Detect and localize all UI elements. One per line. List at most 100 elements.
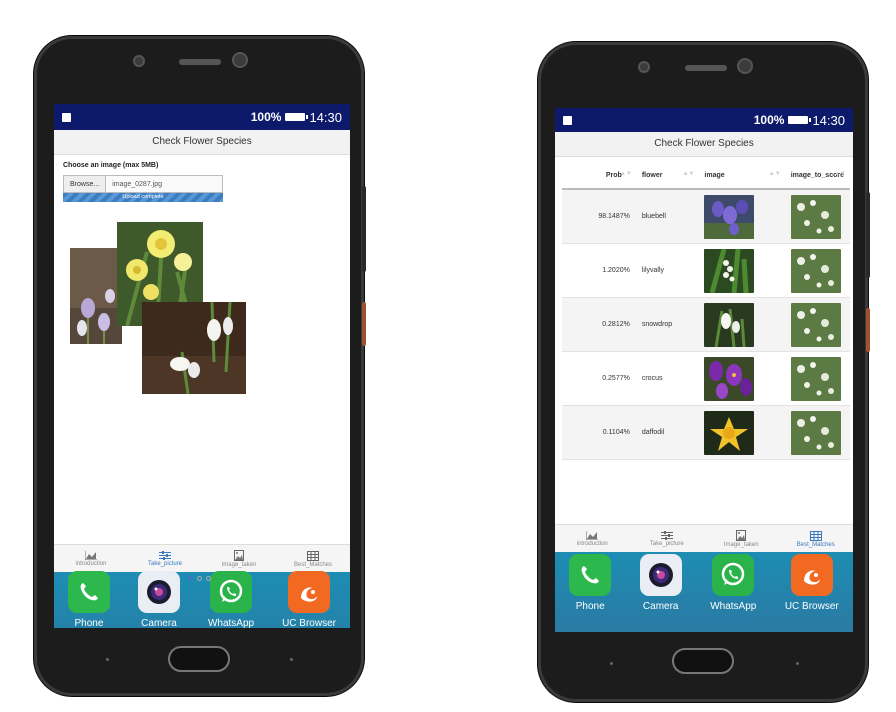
tab-take-picture[interactable]: Take_picture bbox=[630, 525, 705, 553]
home-button[interactable] bbox=[168, 646, 230, 672]
soft-key-back[interactable] bbox=[106, 658, 109, 661]
dock-app-whatsapp[interactable]: WhatsApp bbox=[710, 554, 756, 612]
tab-label: introduction bbox=[576, 541, 608, 547]
right-phone: 100% 14:30 Check Flower Species Prob ▲▼ f… bbox=[538, 42, 870, 702]
image-to-score-cell bbox=[784, 405, 850, 460]
prob-cell: 0.2812% bbox=[562, 297, 636, 352]
dock-app-camera[interactable]: Camera bbox=[639, 554, 682, 612]
photo-snowdrop bbox=[142, 302, 246, 394]
app-title-bar: Check Flower Species bbox=[555, 132, 853, 157]
column-header-image[interactable]: image ▲▼ bbox=[698, 162, 785, 190]
file-name-field: image_0287.jpg bbox=[106, 176, 222, 192]
flower-cell: bluebell bbox=[635, 189, 699, 244]
battery-icon bbox=[788, 116, 812, 124]
tab-label: Image_taken bbox=[723, 542, 759, 548]
app-label: Phone bbox=[74, 618, 104, 628]
front-camera-icon bbox=[133, 55, 145, 67]
phone-icon bbox=[67, 571, 110, 613]
dock-app-phone[interactable]: Phone bbox=[67, 571, 110, 628]
scored-image-thumb bbox=[790, 356, 841, 401]
dock-app-uc-browser[interactable]: UC Browser bbox=[785, 554, 839, 612]
column-header-prob[interactable]: Prob ▲▼ bbox=[562, 162, 636, 190]
sort-icon: ▲▼ bbox=[682, 171, 695, 177]
camera-icon bbox=[137, 571, 180, 613]
front-camera-icon bbox=[638, 61, 650, 73]
take-picture-panel: Choose an image (max 5MB) Browse... imag… bbox=[54, 154, 350, 558]
upload-label: Choose an image (max 5MB) bbox=[63, 162, 159, 169]
image-file-icon bbox=[234, 550, 244, 561]
upload-progress-bar: Upload complete bbox=[63, 193, 223, 202]
dock-app-camera[interactable]: Camera bbox=[137, 571, 180, 628]
bottom-tab-bar: introduction Take_picture Image_taken Be… bbox=[555, 524, 853, 553]
home-button[interactable] bbox=[672, 648, 734, 674]
tab-image-taken[interactable]: Image_taken bbox=[704, 525, 779, 553]
tab-best-matches[interactable]: Best_Matches bbox=[276, 545, 350, 573]
dock-app-phone[interactable]: Phone bbox=[569, 554, 612, 612]
scored-image-thumb bbox=[790, 410, 841, 455]
table-row[interactable]: 0.2577% crocus bbox=[562, 351, 850, 406]
tab-introduction[interactable]: introduction bbox=[54, 545, 128, 573]
sort-icon: ▲▼ bbox=[619, 171, 632, 177]
volume-button bbox=[362, 186, 366, 272]
page-dot bbox=[197, 576, 202, 581]
left-phone: 100% 14:30 Check Flower Species Choose a… bbox=[34, 36, 366, 696]
table-row[interactable]: 0.1104% daffodil bbox=[562, 405, 850, 460]
tab-best-matches[interactable]: Best_Matches bbox=[779, 525, 854, 553]
soft-key-menu[interactable] bbox=[290, 658, 293, 661]
sliders-icon bbox=[159, 551, 171, 560]
table-row[interactable]: 1.2020% lilyvally bbox=[562, 243, 850, 298]
page-title: Check Flower Species bbox=[152, 136, 252, 147]
camera-icon bbox=[639, 554, 682, 596]
app-title-bar: Check Flower Species bbox=[54, 130, 350, 155]
volume-button bbox=[866, 192, 870, 278]
tab-introduction[interactable]: introduction bbox=[555, 525, 630, 553]
flower-cell: lilyvally bbox=[635, 243, 699, 298]
power-button bbox=[866, 308, 870, 352]
soft-key-back[interactable] bbox=[610, 662, 613, 665]
tab-image-taken[interactable]: Image_taken bbox=[202, 545, 276, 573]
app-label: WhatsApp bbox=[207, 618, 255, 628]
column-header-flower[interactable]: flower ▲▼ bbox=[635, 162, 699, 190]
whatsapp-icon bbox=[712, 554, 755, 596]
header-label: flower bbox=[641, 171, 663, 179]
status-bar: 100% 14:30 bbox=[555, 108, 853, 132]
tab-take-picture[interactable]: Take_picture bbox=[128, 545, 202, 573]
photo-crocus bbox=[70, 248, 122, 344]
clock: 14:30 bbox=[309, 109, 342, 125]
header-label: image bbox=[704, 171, 725, 179]
scored-image-thumb bbox=[790, 194, 841, 239]
browse-button[interactable]: Browse... bbox=[64, 176, 107, 192]
daffodil-thumb bbox=[704, 410, 755, 455]
table-row[interactable]: 98.1487% bluebell bbox=[562, 189, 850, 244]
prob-cell: 0.2577% bbox=[562, 351, 636, 406]
table-grid-icon bbox=[809, 530, 822, 541]
app-label: UC Browser bbox=[784, 601, 839, 612]
scored-image-thumb bbox=[790, 248, 841, 293]
dock-app-uc-browser[interactable]: UC Browser bbox=[282, 571, 336, 628]
lilyvally-thumb bbox=[704, 248, 755, 293]
upload-progress-text: Upload complete bbox=[122, 194, 164, 200]
table-row[interactable]: 0.2812% snowdrop bbox=[562, 297, 850, 352]
image-cell bbox=[698, 351, 785, 406]
image-to-score-cell bbox=[784, 297, 850, 352]
left-screen: 100% 14:30 Check Flower Species Choose a… bbox=[54, 104, 350, 628]
uc-browser-icon bbox=[288, 571, 331, 613]
file-input[interactable]: Browse... image_0287.jpg bbox=[63, 175, 223, 193]
notification-icon bbox=[563, 115, 572, 125]
dock-app-whatsapp[interactable]: WhatsApp bbox=[208, 571, 254, 628]
image-cell bbox=[698, 189, 785, 244]
image-to-score-cell bbox=[784, 243, 850, 298]
app-label: Camera bbox=[141, 618, 177, 628]
notification-icon bbox=[62, 112, 71, 122]
clock: 14:30 bbox=[812, 112, 845, 128]
front-sensor-icon bbox=[737, 58, 753, 74]
snowdrop-thumb bbox=[704, 302, 755, 347]
flower-cell: daffodil bbox=[635, 405, 699, 460]
app-label: Camera bbox=[642, 601, 679, 612]
crocus-thumb bbox=[704, 356, 755, 401]
soft-key-menu[interactable] bbox=[796, 662, 799, 665]
page-indicator bbox=[188, 576, 211, 581]
tab-label: Image_taken bbox=[221, 562, 257, 568]
column-header-image-to-score[interactable]: image_to_score ▲▼ bbox=[784, 162, 850, 190]
image-cell bbox=[698, 297, 785, 352]
